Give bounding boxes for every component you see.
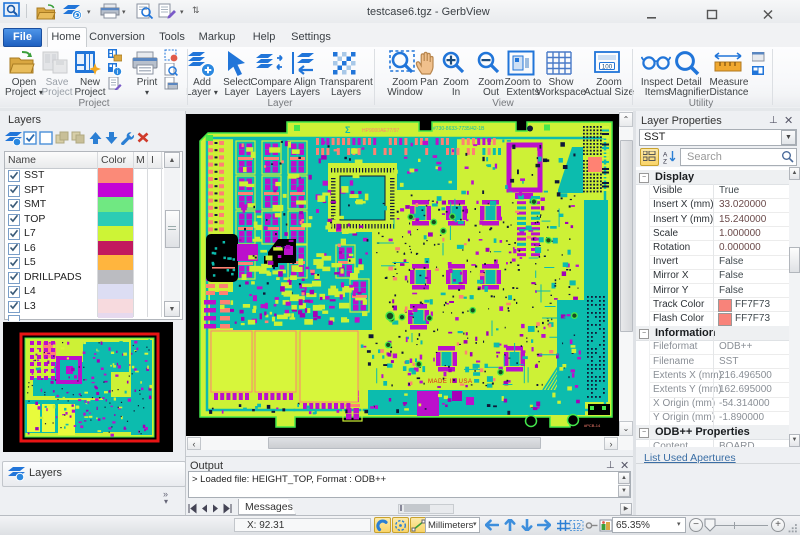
svg-text:12: 12 — [572, 522, 581, 531]
svg-text:#PCB-14: #PCB-14 — [584, 423, 601, 428]
svg-text:MADE IN USA: MADE IN USA — [428, 379, 473, 385]
svg-text:#730-8633-7735/42-1B: #730-8633-7735/42-1B — [433, 126, 485, 132]
svg-text:HP9000AE77/97: HP9000AE77/97 — [362, 128, 399, 134]
svg-text:Σ: Σ — [345, 125, 351, 135]
svg-text:100: 100 — [602, 63, 613, 70]
svg-text:Z: Z — [663, 158, 667, 164]
svg-text:A: A — [663, 151, 668, 158]
